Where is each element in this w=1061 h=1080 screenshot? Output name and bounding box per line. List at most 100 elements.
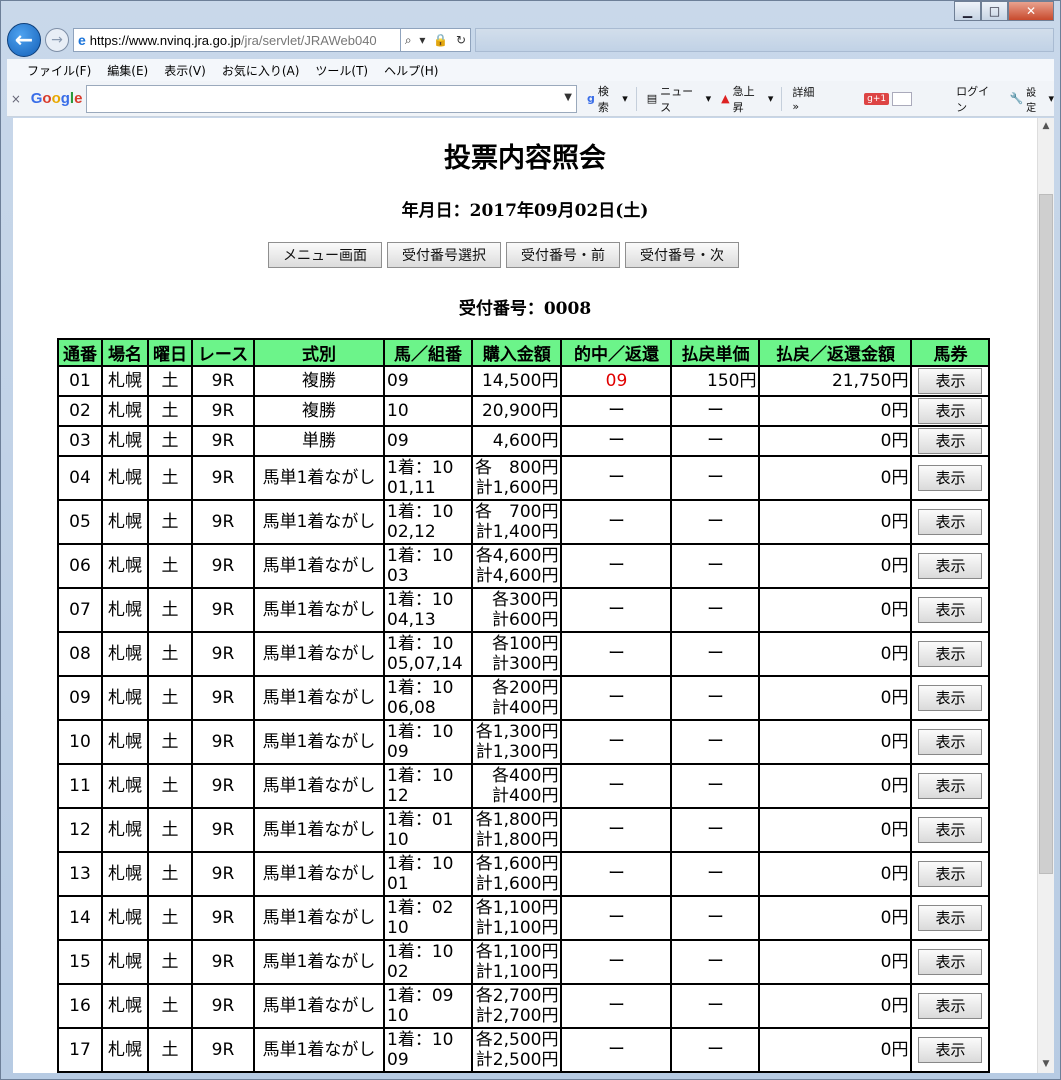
- page-content: 投票内容照会 年月日：2017年09月02日(土) メニュー画面 受付番号選択 …: [13, 118, 1037, 1073]
- toolbar-close-icon[interactable]: ×: [7, 92, 25, 106]
- day-cell: 土: [147, 543, 193, 589]
- venue-cell: 札幌: [101, 395, 149, 427]
- show-ticket-button[interactable]: 表示: [918, 553, 983, 579]
- show-ticket-button[interactable]: 表示: [918, 509, 983, 535]
- hit-refund-cell: ー: [560, 719, 673, 765]
- payout-amount-cell: 0円: [758, 543, 913, 589]
- combination-line: 1着：10: [387, 722, 454, 742]
- bet-type-cell: 馬単1着ながし: [253, 455, 385, 501]
- news-button[interactable]: ▤ ニュース ▾: [647, 83, 711, 115]
- combination-cell: 1着：10 09: [383, 1027, 473, 1073]
- show-ticket-button[interactable]: 表示: [918, 641, 983, 667]
- show-ticket-button[interactable]: 表示: [918, 861, 983, 887]
- back-button[interactable]: ←: [7, 23, 41, 57]
- menu-view[interactable]: 表示(V): [164, 62, 206, 79]
- menu-edit[interactable]: 編集(E): [107, 62, 148, 79]
- tab-strip[interactable]: [475, 28, 1054, 52]
- date-line: 年月日：2017年09月02日(土): [401, 201, 649, 221]
- settings-button[interactable]: 🔧 設定 ▾: [1009, 84, 1054, 114]
- search-dropdown-icon[interactable]: ▼: [564, 92, 572, 103]
- bet-type-cell: 単勝: [253, 425, 385, 457]
- column-header: 的中／返還: [560, 338, 673, 367]
- show-ticket-button[interactable]: 表示: [918, 729, 983, 755]
- combination-cell: 1着：10 03: [383, 543, 473, 589]
- hit-refund-cell: ー: [560, 543, 673, 589]
- show-ticket-button[interactable]: 表示: [918, 949, 983, 975]
- payout-amount-cell: 21,750円: [758, 365, 913, 397]
- maximize-button[interactable]: □: [981, 1, 1008, 21]
- purchase-amount-cell: 各1,600円 計1,600円: [470, 851, 563, 897]
- show-ticket-button[interactable]: 表示: [918, 465, 983, 491]
- table-row: 11 札幌土 9R 馬単1着ながし 1着：10 12 各400円 計400円ーー 0円 表示: [57, 763, 991, 809]
- column-header: 馬／組番: [383, 338, 473, 367]
- ticket-cell: 表示: [910, 763, 991, 809]
- purchase-amount-cell: 各100円 計300円: [470, 631, 563, 677]
- payout-unit-cell: ー: [670, 983, 761, 1029]
- show-ticket-button[interactable]: 表示: [918, 368, 983, 394]
- serial-cell: 03: [57, 425, 103, 457]
- menu-screen-button[interactable]: メニュー画面: [268, 242, 382, 268]
- lock-icon[interactable]: 🔒: [433, 33, 448, 47]
- receipt-select-button[interactable]: 受付番号選択: [387, 242, 501, 268]
- menu-file[interactable]: ファイル(F): [27, 62, 91, 79]
- payout-amount-cell: 0円: [758, 631, 913, 677]
- race-cell: 9R: [191, 807, 255, 853]
- receipt-prev-button[interactable]: 受付番号・前: [506, 242, 620, 268]
- show-ticket-button[interactable]: 表示: [918, 773, 983, 799]
- purchase-amount-cell: 各1,100円 計1,100円: [470, 895, 563, 941]
- ticket-cell: 表示: [910, 939, 991, 985]
- menu-help[interactable]: ヘルプ(H): [384, 62, 438, 79]
- google-search-input[interactable]: ▼: [86, 84, 577, 113]
- show-ticket-button[interactable]: 表示: [918, 685, 983, 711]
- wrench-icon: 🔧: [1009, 92, 1024, 105]
- login-button[interactable]: ログイン: [956, 83, 999, 115]
- amount-line: 20,900円: [481, 401, 559, 421]
- show-ticket-button[interactable]: 表示: [918, 993, 983, 1019]
- close-button[interactable]: ✕: [1008, 1, 1054, 21]
- combination-line: 1着：10: [387, 634, 454, 654]
- amount-line: 各1,100円: [475, 898, 559, 918]
- scroll-down-icon[interactable]: ▼: [1038, 1056, 1054, 1073]
- menu-tools[interactable]: ツール(T): [315, 62, 368, 79]
- serial-cell: 10: [57, 719, 103, 765]
- show-ticket-button[interactable]: 表示: [918, 1037, 983, 1063]
- search-icon[interactable]: ⌕: [405, 33, 412, 48]
- show-ticket-button[interactable]: 表示: [918, 428, 983, 454]
- show-ticket-button[interactable]: 表示: [918, 597, 983, 623]
- amount-line: 各4,600円: [475, 546, 559, 566]
- receipt-next-button[interactable]: 受付番号・次: [625, 242, 739, 268]
- refresh-icon[interactable]: ↻: [456, 33, 466, 47]
- ticket-cell: 表示: [910, 851, 991, 897]
- show-ticket-button[interactable]: 表示: [918, 817, 983, 843]
- trending-button[interactable]: ▲ 急上昇 ▾: [721, 83, 773, 115]
- payout-unit-cell: ー: [670, 675, 761, 721]
- show-ticket-button[interactable]: 表示: [918, 398, 983, 424]
- address-bar[interactable]: e https://www.nvinq.jra.go.jp/jra/servle…: [73, 28, 401, 52]
- amount-line: 各2,500円: [475, 1030, 559, 1050]
- payout-unit-cell: ー: [670, 395, 761, 427]
- venue-cell: 札幌: [101, 983, 149, 1029]
- payout-unit-cell: ー: [670, 763, 761, 809]
- table-row: 06 札幌土 9R 馬単1着ながし 1着：10 03 各4,600円 計4,600円ーー 0円表…: [57, 543, 991, 589]
- day-cell: 土: [147, 807, 193, 853]
- google-plus-button[interactable]: g+1: [864, 91, 913, 106]
- scroll-up-icon[interactable]: ▲: [1038, 118, 1054, 135]
- amount-line: 計1,100円: [475, 962, 559, 982]
- combination-line: 12: [387, 786, 409, 806]
- dropdown-icon[interactable]: ▾: [419, 33, 425, 47]
- show-ticket-button[interactable]: 表示: [918, 905, 983, 931]
- vertical-scrollbar[interactable]: ▲ ▼: [1037, 118, 1054, 1073]
- scroll-thumb[interactable]: [1039, 194, 1053, 874]
- venue-cell: 札幌: [101, 631, 149, 677]
- combination-line: 1着：10: [387, 766, 454, 786]
- url-path: /jra/servlet/JRAWeb040: [240, 32, 377, 48]
- details-button[interactable]: 詳細 »: [792, 84, 824, 113]
- minimize-button[interactable]: ▁: [954, 1, 981, 21]
- forward-button[interactable]: →: [45, 28, 69, 52]
- menu-favorites[interactable]: お気に入り(A): [222, 62, 300, 79]
- day-cell: 土: [147, 631, 193, 677]
- combination-line: 01: [387, 874, 409, 894]
- receipt-number: 受付番号：0008: [458, 299, 592, 319]
- google-search-button[interactable]: g 検索 ▾: [587, 83, 628, 115]
- race-cell: 9R: [191, 763, 255, 809]
